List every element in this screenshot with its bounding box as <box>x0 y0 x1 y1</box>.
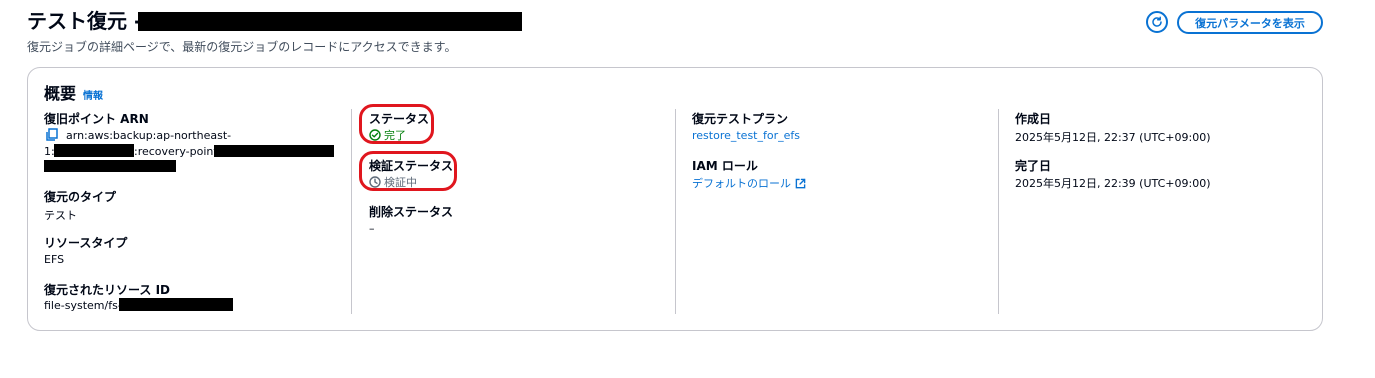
validation-status-value: 検証中 <box>369 174 417 190</box>
column-divider <box>351 109 352 314</box>
restored-resource-id-label: 復元されたリソース ID <box>44 283 171 297</box>
iam-role-label: IAM ロール <box>692 159 758 173</box>
created-date-label: 作成日 <box>1015 112 1052 126</box>
restore-test-plan-link[interactable]: restore_test_for_efs <box>692 129 800 142</box>
recovery-point-arn-line1: arn:aws:backup:ap-northeast- <box>66 129 232 142</box>
redacted-recovery-point <box>214 145 334 157</box>
refresh-icon <box>1152 16 1162 27</box>
completed-date-value: 2025年5月12日, 22:39 (UTC+09:00) <box>1015 177 1211 190</box>
redacted-account-id <box>54 144 134 157</box>
iam-role-link[interactable]: デフォルトのロール <box>692 175 806 191</box>
status-value: 完了 <box>369 127 406 143</box>
created-date-value: 2025年5月12日, 22:37 (UTC+09:00) <box>1015 131 1211 144</box>
deletion-status-label: 削除ステータス <box>369 205 454 219</box>
recovery-point-arn-label: 復旧ポイント ARN <box>44 112 149 126</box>
page-description: 復元ジョブの詳細ページで、最新の復元ジョブのレコードにアクセスできます。 <box>27 40 457 54</box>
iam-role-text: デフォルトのロール <box>692 177 791 190</box>
restore-type-value: テスト <box>44 209 77 222</box>
restore-test-plan-label: 復元テストプラン <box>692 112 789 126</box>
status-text: 完了 <box>384 129 406 142</box>
restore-type-label: 復元のタイプ <box>44 190 117 204</box>
external-link-icon <box>795 178 806 188</box>
resource-type-label: リソースタイプ <box>44 236 128 250</box>
validation-status-label: 検証ステータス <box>369 159 454 173</box>
summary-container: 概要 情報 復旧ポイント ARN arn:aws:backup:ap-north… <box>27 67 1323 331</box>
deletion-status-value: – <box>369 222 375 235</box>
resource-type-value: EFS <box>44 253 65 266</box>
redacted-recovery-point <box>44 160 176 172</box>
summary-title: 概要 <box>44 84 77 103</box>
check-circle-icon <box>369 129 381 141</box>
completed-date-label: 完了日 <box>1015 159 1052 173</box>
refresh-button[interactable] <box>1146 11 1168 33</box>
redacted-job-id <box>138 12 522 31</box>
column-divider <box>998 109 999 314</box>
view-restore-params-button[interactable]: 復元パラメータを表示 <box>1177 11 1323 34</box>
column-divider <box>675 109 676 314</box>
info-link[interactable]: 情報 <box>83 87 103 102</box>
restore-job-page: テスト復元 - 復元ジョブの詳細ページで、最新の復元ジョブのレコードにアクセスで… <box>0 0 1375 378</box>
redacted-resource-id <box>119 298 233 311</box>
validation-status-text: 検証中 <box>384 176 417 189</box>
clock-icon <box>369 176 381 188</box>
copy-icon[interactable] <box>45 128 59 142</box>
page-title: テスト復元 - <box>27 9 143 33</box>
restored-resource-id-value: file-system/fs- <box>44 299 122 312</box>
status-label: ステータス <box>369 112 430 126</box>
recovery-point-arn-mid: :recovery-point: <box>134 145 222 158</box>
